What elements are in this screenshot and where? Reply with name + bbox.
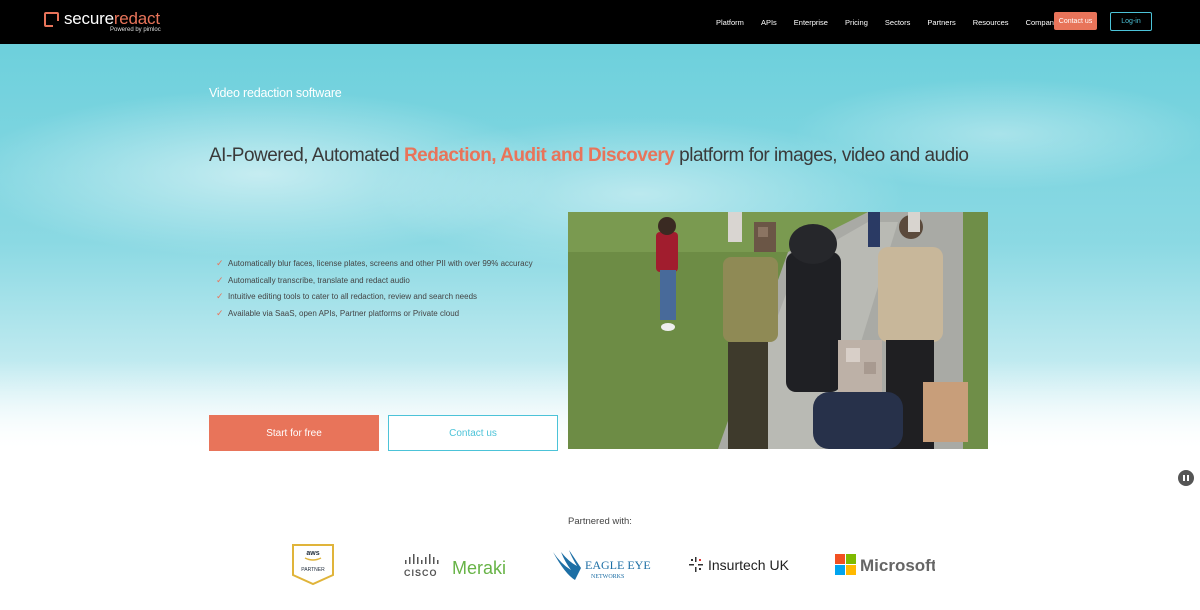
headline-post: platform for images, video and audio <box>674 145 969 166</box>
nav-contact-button[interactable]: Contact us <box>1054 12 1097 30</box>
aws-text: aws <box>306 550 319 557</box>
check-icon: ✓ <box>216 274 224 285</box>
pause-video-button[interactable] <box>1178 470 1194 486</box>
logo-powered-by: Powered by pimloc <box>110 27 161 33</box>
feature-item: ✓ Intuitive editing tools to cater to all… <box>216 291 546 303</box>
feature-list: ✓ Automatically blur faces, license plate… <box>216 258 546 324</box>
microsoft-text: Microsoft <box>860 556 935 575</box>
pause-bar-left-icon <box>1183 475 1185 481</box>
microsoft-logo: Microsoft <box>835 554 937 576</box>
insurtech-uk-logo: Insurtech UK <box>688 556 798 574</box>
top-nav: secureredact Powered by pimloc Platform … <box>0 0 1200 44</box>
cisco-text: CISCO <box>404 568 438 578</box>
aws-partner-logo: aws PARTNER <box>291 543 335 586</box>
logo-mark-icon <box>44 12 59 27</box>
meraki-text: Meraki <box>452 558 506 578</box>
logo-word-secure: secure <box>64 9 114 28</box>
networks-text: NETWORKS <box>591 574 624 580</box>
cisco-meraki-logo: CISCO Meraki <box>403 552 513 580</box>
aws-partner-text: PARTNER <box>301 567 325 573</box>
contact-us-button[interactable]: Contact us <box>388 415 558 451</box>
check-icon: ✓ <box>216 291 224 301</box>
eagle-eye-networks-logo: EAGLE EYE NETWORKS <box>551 548 651 582</box>
logo[interactable]: secureredact Powered by pimloc <box>44 9 174 35</box>
pause-bar-right-icon <box>1187 475 1189 481</box>
check-icon: ✓ <box>216 258 224 268</box>
nav-links: Platform APIs Enterprise Pricing Sectors… <box>716 0 1075 44</box>
feature-text: Automatically blur faces, license plates… <box>228 259 533 268</box>
nav-link-apis[interactable]: APIs <box>761 18 777 27</box>
nav-link-platform[interactable]: Platform <box>716 18 744 27</box>
hero-headline: AI-Powered, Automated Redaction, Audit a… <box>209 145 969 167</box>
nav-link-sectors[interactable]: Sectors <box>885 18 910 27</box>
feature-text: Available via SaaS, open APIs, Partner p… <box>228 308 460 318</box>
nav-link-company[interactable]: Company <box>1026 18 1058 27</box>
nav-link-resources[interactable]: Resources <box>973 18 1009 27</box>
hero-eyebrow: Video redaction software <box>209 86 342 100</box>
nav-link-partners[interactable]: Partners <box>927 18 955 27</box>
logo-text: secureredact <box>64 9 160 29</box>
hero-redaction-photo <box>568 212 988 449</box>
nav-login-button[interactable]: Log-in <box>1110 12 1152 31</box>
partners-heading: Partnered with: <box>568 516 632 527</box>
start-for-free-button[interactable]: Start for free <box>209 415 379 451</box>
check-icon: ✓ <box>216 307 224 318</box>
feature-item: ✓ Automatically blur faces, license plate… <box>216 258 546 270</box>
feature-text: Automatically transcribe, translate and … <box>228 275 410 285</box>
nav-link-pricing[interactable]: Pricing <box>845 18 868 27</box>
feature-item: ✓ Automatically transcribe, translate and… <box>216 275 546 287</box>
headline-pre: AI-Powered, Automated <box>209 145 404 166</box>
headline-highlight: Redaction, Audit and Discovery <box>403 145 675 166</box>
feature-item: ✓ Available via SaaS, open APIs, Partner … <box>216 308 546 320</box>
eagle-eye-text: EAGLE EYE <box>585 558 651 572</box>
nav-link-enterprise[interactable]: Enterprise <box>794 18 828 27</box>
logo-word-redact: redact <box>113 9 160 28</box>
redacted-people-image <box>568 212 988 449</box>
insurtech-text: Insurtech UK <box>708 557 790 573</box>
feature-text: Intuitive editing tools to cater to all … <box>228 292 478 301</box>
